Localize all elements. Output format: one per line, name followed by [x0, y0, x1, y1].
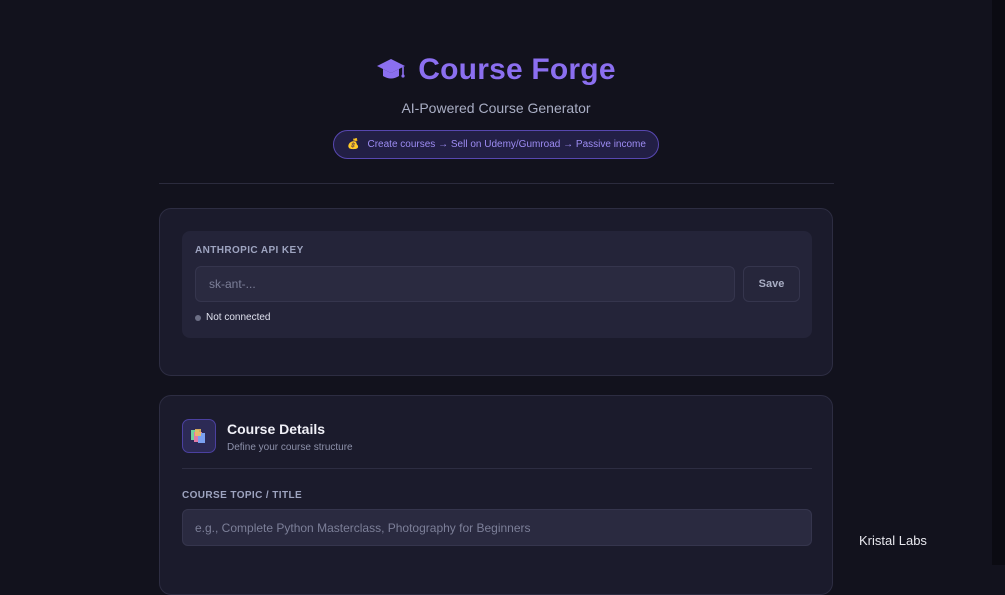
section-divider — [182, 468, 812, 469]
tagline-pill: 💰 Create courses → Sell on Udemy/Gumroad… — [333, 130, 659, 159]
section-subtitle: Define your course structure — [227, 442, 353, 453]
tagline-text: Create courses → Sell on Udemy/Gumroad →… — [367, 139, 646, 150]
section-title: Course Details — [227, 421, 326, 437]
course-topic-input[interactable] — [182, 509, 812, 546]
api-key-panel: ANTHROPIC API KEY Save Not connected — [182, 231, 812, 338]
connection-status: Not connected — [195, 312, 271, 323]
money-bag-icon: 💰 — [347, 139, 360, 150]
app-header: Course Forge AI-Powered Course Generator… — [0, 52, 992, 159]
app-title: Course Forge — [418, 53, 616, 86]
header-divider — [159, 183, 834, 184]
books-icon-graphic — [191, 429, 205, 443]
api-key-input[interactable] — [195, 266, 735, 302]
title-row: Course Forge — [376, 52, 616, 88]
save-button[interactable]: Save — [743, 266, 800, 302]
status-dot-icon — [195, 314, 201, 321]
api-key-card: ANTHROPIC API KEY Save Not connected — [159, 208, 833, 376]
app-subtitle: AI-Powered Course Generator — [401, 100, 591, 116]
course-topic-label: COURSE TOPIC / TITLE — [182, 490, 303, 501]
watermark-text: Kristal Labs — [859, 533, 927, 548]
status-text: Not connected — [206, 312, 271, 323]
api-key-label: ANTHROPIC API KEY — [195, 245, 304, 256]
right-edge-strip — [992, 0, 1005, 565]
graduation-cap-icon — [377, 59, 406, 79]
course-details-card: Course Details Define your course struct… — [159, 395, 833, 595]
books-icon — [182, 419, 216, 453]
